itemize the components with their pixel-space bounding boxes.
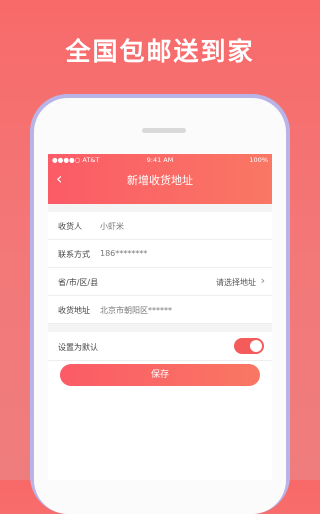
phone-value[interactable]: 186******** [100,249,147,258]
save-container: 保存 [60,364,260,386]
recipient-label: 收货人 [58,222,82,231]
toggle-knob [250,340,262,352]
status-time: 9:41 AM [146,156,174,164]
save-button[interactable]: 保存 [60,364,260,386]
default-toggle[interactable] [234,338,264,354]
app-screen: ●●●●○ AT&T 9:41 AM 100% ‹ 新增收货地址 收货人 小虾米… [48,154,272,480]
address-label: 收货地址 [58,306,90,315]
region-label: 省/市/区/县 [58,278,99,287]
phone-label: 联系方式 [58,250,90,259]
address-field[interactable]: 收货地址 北京市朝阳区****** [48,296,272,324]
page-title: 新增收货地址 [127,174,193,187]
chevron-right-icon[interactable]: › [261,274,265,287]
default-label: 设置为默认 [58,343,98,352]
recipient-field[interactable]: 收货人 小虾米 [48,212,272,240]
phone-field[interactable]: 联系方式 186******** [48,240,272,268]
recipient-value[interactable]: 小虾米 [100,221,124,232]
default-address-row: 设置为默认 [48,332,272,361]
status-bar: ●●●●○ AT&T 9:41 AM 100% [48,154,272,166]
region-placeholder[interactable]: 请选择地址 [216,277,256,288]
section-gap [48,324,272,332]
section-gap [48,204,272,212]
promo-headline: 全国包邮送到家 [65,37,255,66]
phone-speaker [142,128,186,133]
nav-bar: ●●●●○ AT&T 9:41 AM 100% ‹ 新增收货地址 [48,154,272,204]
region-selector[interactable]: 省/市/区/县 请选择地址 › [48,268,272,296]
battery-level: 100% [249,156,268,164]
address-value[interactable]: 北京市朝阳区****** [100,305,172,316]
